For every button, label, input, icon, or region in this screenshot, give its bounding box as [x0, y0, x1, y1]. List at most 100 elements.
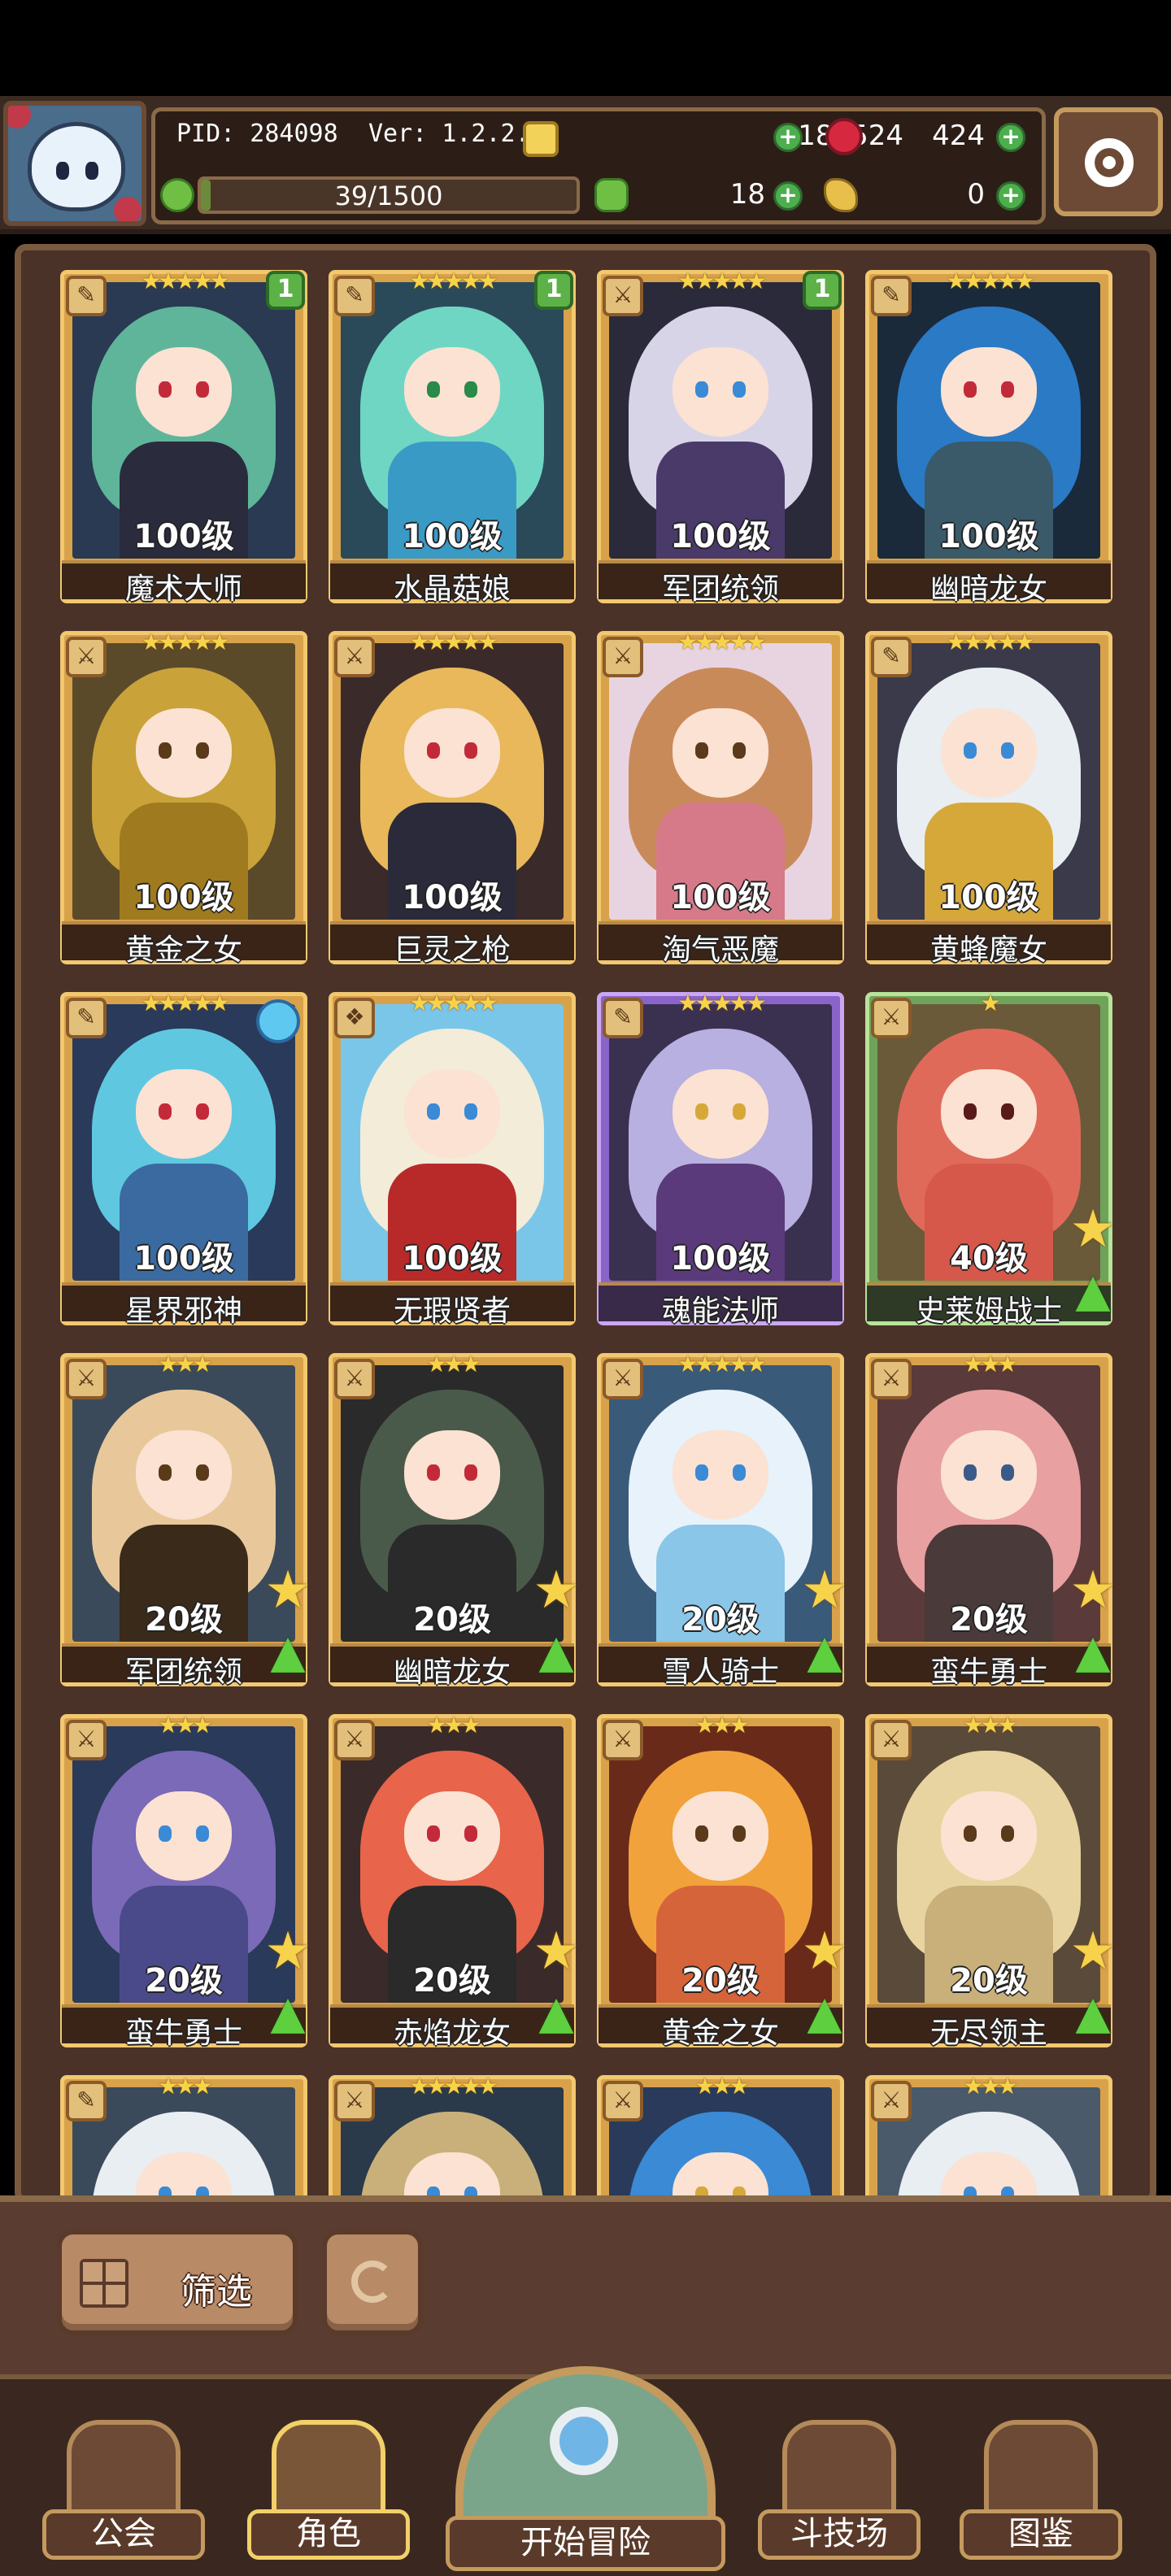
- level-up-arrow-icon[interactable]: ▲: [798, 1625, 851, 1679]
- character-card[interactable]: 100级 幽暗龙女 ★★★★★ ✎: [865, 268, 1112, 606]
- name-plate: 淘气恶魔: [599, 921, 842, 967]
- name-plate: 巨灵之枪: [330, 921, 574, 967]
- character-card[interactable]: 100级 黄蜂魔女 ★★★★★ ✎: [865, 629, 1112, 967]
- add-gold-button[interactable]: +: [773, 123, 803, 152]
- character-card[interactable]: 40级 史莱姆战士 ★ ⚔ ★ ▲: [865, 990, 1117, 1328]
- count-badge: 1: [266, 271, 305, 310]
- portrait-eye: [733, 1825, 746, 1842]
- character-card[interactable]: 100级 星界邪神 ★★★★★ ✎: [60, 990, 307, 1328]
- character-card[interactable]: 100级 无瑕贤者 ★★★★★ ❖: [329, 990, 576, 1328]
- portrait-eye: [159, 1103, 172, 1120]
- portrait-face: [673, 1069, 768, 1159]
- name-plate: 黄金之女: [62, 921, 306, 967]
- start-adventure-button[interactable]: 开始冒险: [446, 2366, 725, 2576]
- character-card[interactable]: 100级 淘气恶魔 ★★★★★ ⚔: [597, 629, 844, 967]
- nav-guild-label: 公会: [42, 2509, 205, 2560]
- character-card[interactable]: 100级 魂能法师 ★★★★★ ✎: [597, 990, 844, 1328]
- level-up-arrow-icon[interactable]: ▲: [798, 1986, 851, 2040]
- name-plate: 魂能法师: [599, 1282, 842, 1328]
- portrait-face: [404, 1430, 500, 1520]
- character-name: 黄金之女: [124, 933, 242, 967]
- character-card[interactable]: 20级 蛮牛勇士 ★★★ ⚔ ★ ▲: [865, 1351, 1117, 1689]
- character-card[interactable]: 20级 雪人骑士 ★★★★★ ⚔ ★ ▲: [597, 1351, 848, 1689]
- refresh-icon: [351, 2261, 394, 2303]
- character-card[interactable]: 100级 水晶菇娘 ★★★★★ ✎ 1: [329, 268, 576, 606]
- level-up-arrow-icon[interactable]: ▲: [529, 1625, 583, 1679]
- player-avatar[interactable]: [3, 101, 146, 226]
- level-up-arrow-icon[interactable]: ▲: [1066, 1625, 1120, 1679]
- portrait-eye: [464, 1103, 477, 1120]
- portrait-face: [941, 1069, 1037, 1159]
- character-card[interactable]: 100级 军团统领 ★★★★★ ⚔ 1: [597, 268, 844, 606]
- portrait-eye: [427, 2187, 440, 2195]
- add-gems-button[interactable]: +: [996, 123, 1025, 152]
- reset-filter-button[interactable]: [322, 2230, 423, 2335]
- star-upgrade-icon[interactable]: ★: [798, 1564, 851, 1617]
- portrait-face: [941, 1791, 1037, 1881]
- star-upgrade-icon[interactable]: ★: [529, 1564, 583, 1617]
- nav-guild[interactable]: 公会: [42, 2407, 205, 2576]
- portrait-eye: [159, 2187, 172, 2195]
- portrait-eye: [733, 742, 746, 759]
- portrait-eye: [196, 1825, 209, 1842]
- portrait-eye: [964, 1103, 977, 1120]
- character-card[interactable]: 100级 魔术大师 ★★★★★ ✎ 1: [60, 268, 307, 606]
- settings-button[interactable]: [1054, 107, 1163, 216]
- character-level: 100级: [670, 518, 771, 555]
- portrait-eye: [695, 1103, 708, 1120]
- nav-character[interactable]: 角色: [247, 2407, 410, 2576]
- portrait-eye: [464, 1464, 477, 1481]
- shield-class-icon: ❖: [334, 998, 375, 1038]
- add-keys-button[interactable]: +: [996, 181, 1025, 211]
- grid-filter-icon: [80, 2259, 128, 2308]
- portrait-eye: [196, 1103, 209, 1120]
- filter-button[interactable]: 筛选: [57, 2230, 298, 2335]
- character-card[interactable]: 20级 蛮牛勇士 ★★★ ⚔ ★ ▲: [60, 1712, 311, 2050]
- character-card[interactable]: ★★★ ✎: [60, 2073, 307, 2195]
- adventure-label: 开始冒险: [446, 2516, 725, 2571]
- sword-class-icon: ⚔: [603, 2081, 643, 2121]
- clover-amount: 18: [729, 178, 765, 211]
- character-card[interactable]: 20级 黄金之女 ★★★ ⚔ ★ ▲: [597, 1712, 848, 2050]
- character-card[interactable]: 100级 黄金之女 ★★★★★ ⚔: [60, 629, 307, 967]
- level-up-arrow-icon[interactable]: ▲: [1066, 1986, 1120, 2040]
- star-upgrade-icon[interactable]: ★: [261, 1925, 315, 1978]
- character-level: 100级: [938, 879, 1039, 916]
- name-plate: 水晶菇娘: [330, 560, 574, 606]
- star-upgrade-icon[interactable]: ★: [798, 1925, 851, 1978]
- level-up-arrow-icon[interactable]: ▲: [261, 1986, 315, 2040]
- level-up-arrow-icon[interactable]: ▲: [529, 1986, 583, 2040]
- character-card[interactable]: ★★★ ⚔: [865, 2073, 1112, 2195]
- star-upgrade-icon[interactable]: ★: [1066, 1925, 1120, 1978]
- ghost-avatar-icon: [28, 122, 125, 211]
- character-card[interactable]: ★★★ ⚔: [597, 2073, 844, 2195]
- portrait-eye: [964, 381, 977, 398]
- nav-arena[interactable]: 斗技场: [758, 2407, 921, 2576]
- wand-class-icon: ✎: [66, 276, 107, 316]
- nav-arena-label: 斗技场: [758, 2509, 921, 2560]
- avatar-eye: [85, 162, 98, 180]
- name-plate: 军团统领: [599, 560, 842, 606]
- character-level: 100级: [402, 1240, 503, 1277]
- character-level: 100级: [670, 1240, 771, 1277]
- character-card[interactable]: 20级 赤焰龙女 ★★★ ⚔ ★ ▲: [329, 1712, 580, 2050]
- character-card[interactable]: 100级 巨灵之枪 ★★★★★ ⚔: [329, 629, 576, 967]
- level-up-arrow-icon[interactable]: ▲: [1066, 1264, 1120, 1318]
- character-card[interactable]: 20级 军团统领 ★★★ ⚔ ★ ▲: [60, 1351, 311, 1689]
- nav-codex[interactable]: 图鉴: [960, 2407, 1122, 2576]
- level-up-arrow-icon[interactable]: ▲: [261, 1625, 315, 1679]
- character-card[interactable]: ★★★★★ ⚔: [329, 2073, 576, 2195]
- key-amount: 0: [967, 178, 985, 211]
- star-upgrade-icon[interactable]: ★: [529, 1925, 583, 1978]
- character-level: 100级: [133, 1240, 234, 1277]
- add-clover-button[interactable]: +: [773, 181, 803, 211]
- star-upgrade-icon[interactable]: ★: [1066, 1564, 1120, 1617]
- portrait-eye: [964, 742, 977, 759]
- character-card[interactable]: 20级 幽暗龙女 ★★★ ⚔ ★ ▲: [329, 1351, 580, 1689]
- character-card[interactable]: 20级 无尽领主 ★★★ ⚔ ★ ▲: [865, 1712, 1117, 2050]
- star-upgrade-icon[interactable]: ★: [261, 1564, 315, 1617]
- exp-clover-icon: [160, 178, 194, 212]
- star-upgrade-icon[interactable]: ★: [1066, 1203, 1120, 1255]
- portrait-eye: [196, 1464, 209, 1481]
- character-grid[interactable]: 100级 魔术大师 ★★★★★ ✎ 1 100级 水晶菇娘 ★★★★★ ✎ 1 100级 军团统领 ★★…: [41, 265, 1130, 2195]
